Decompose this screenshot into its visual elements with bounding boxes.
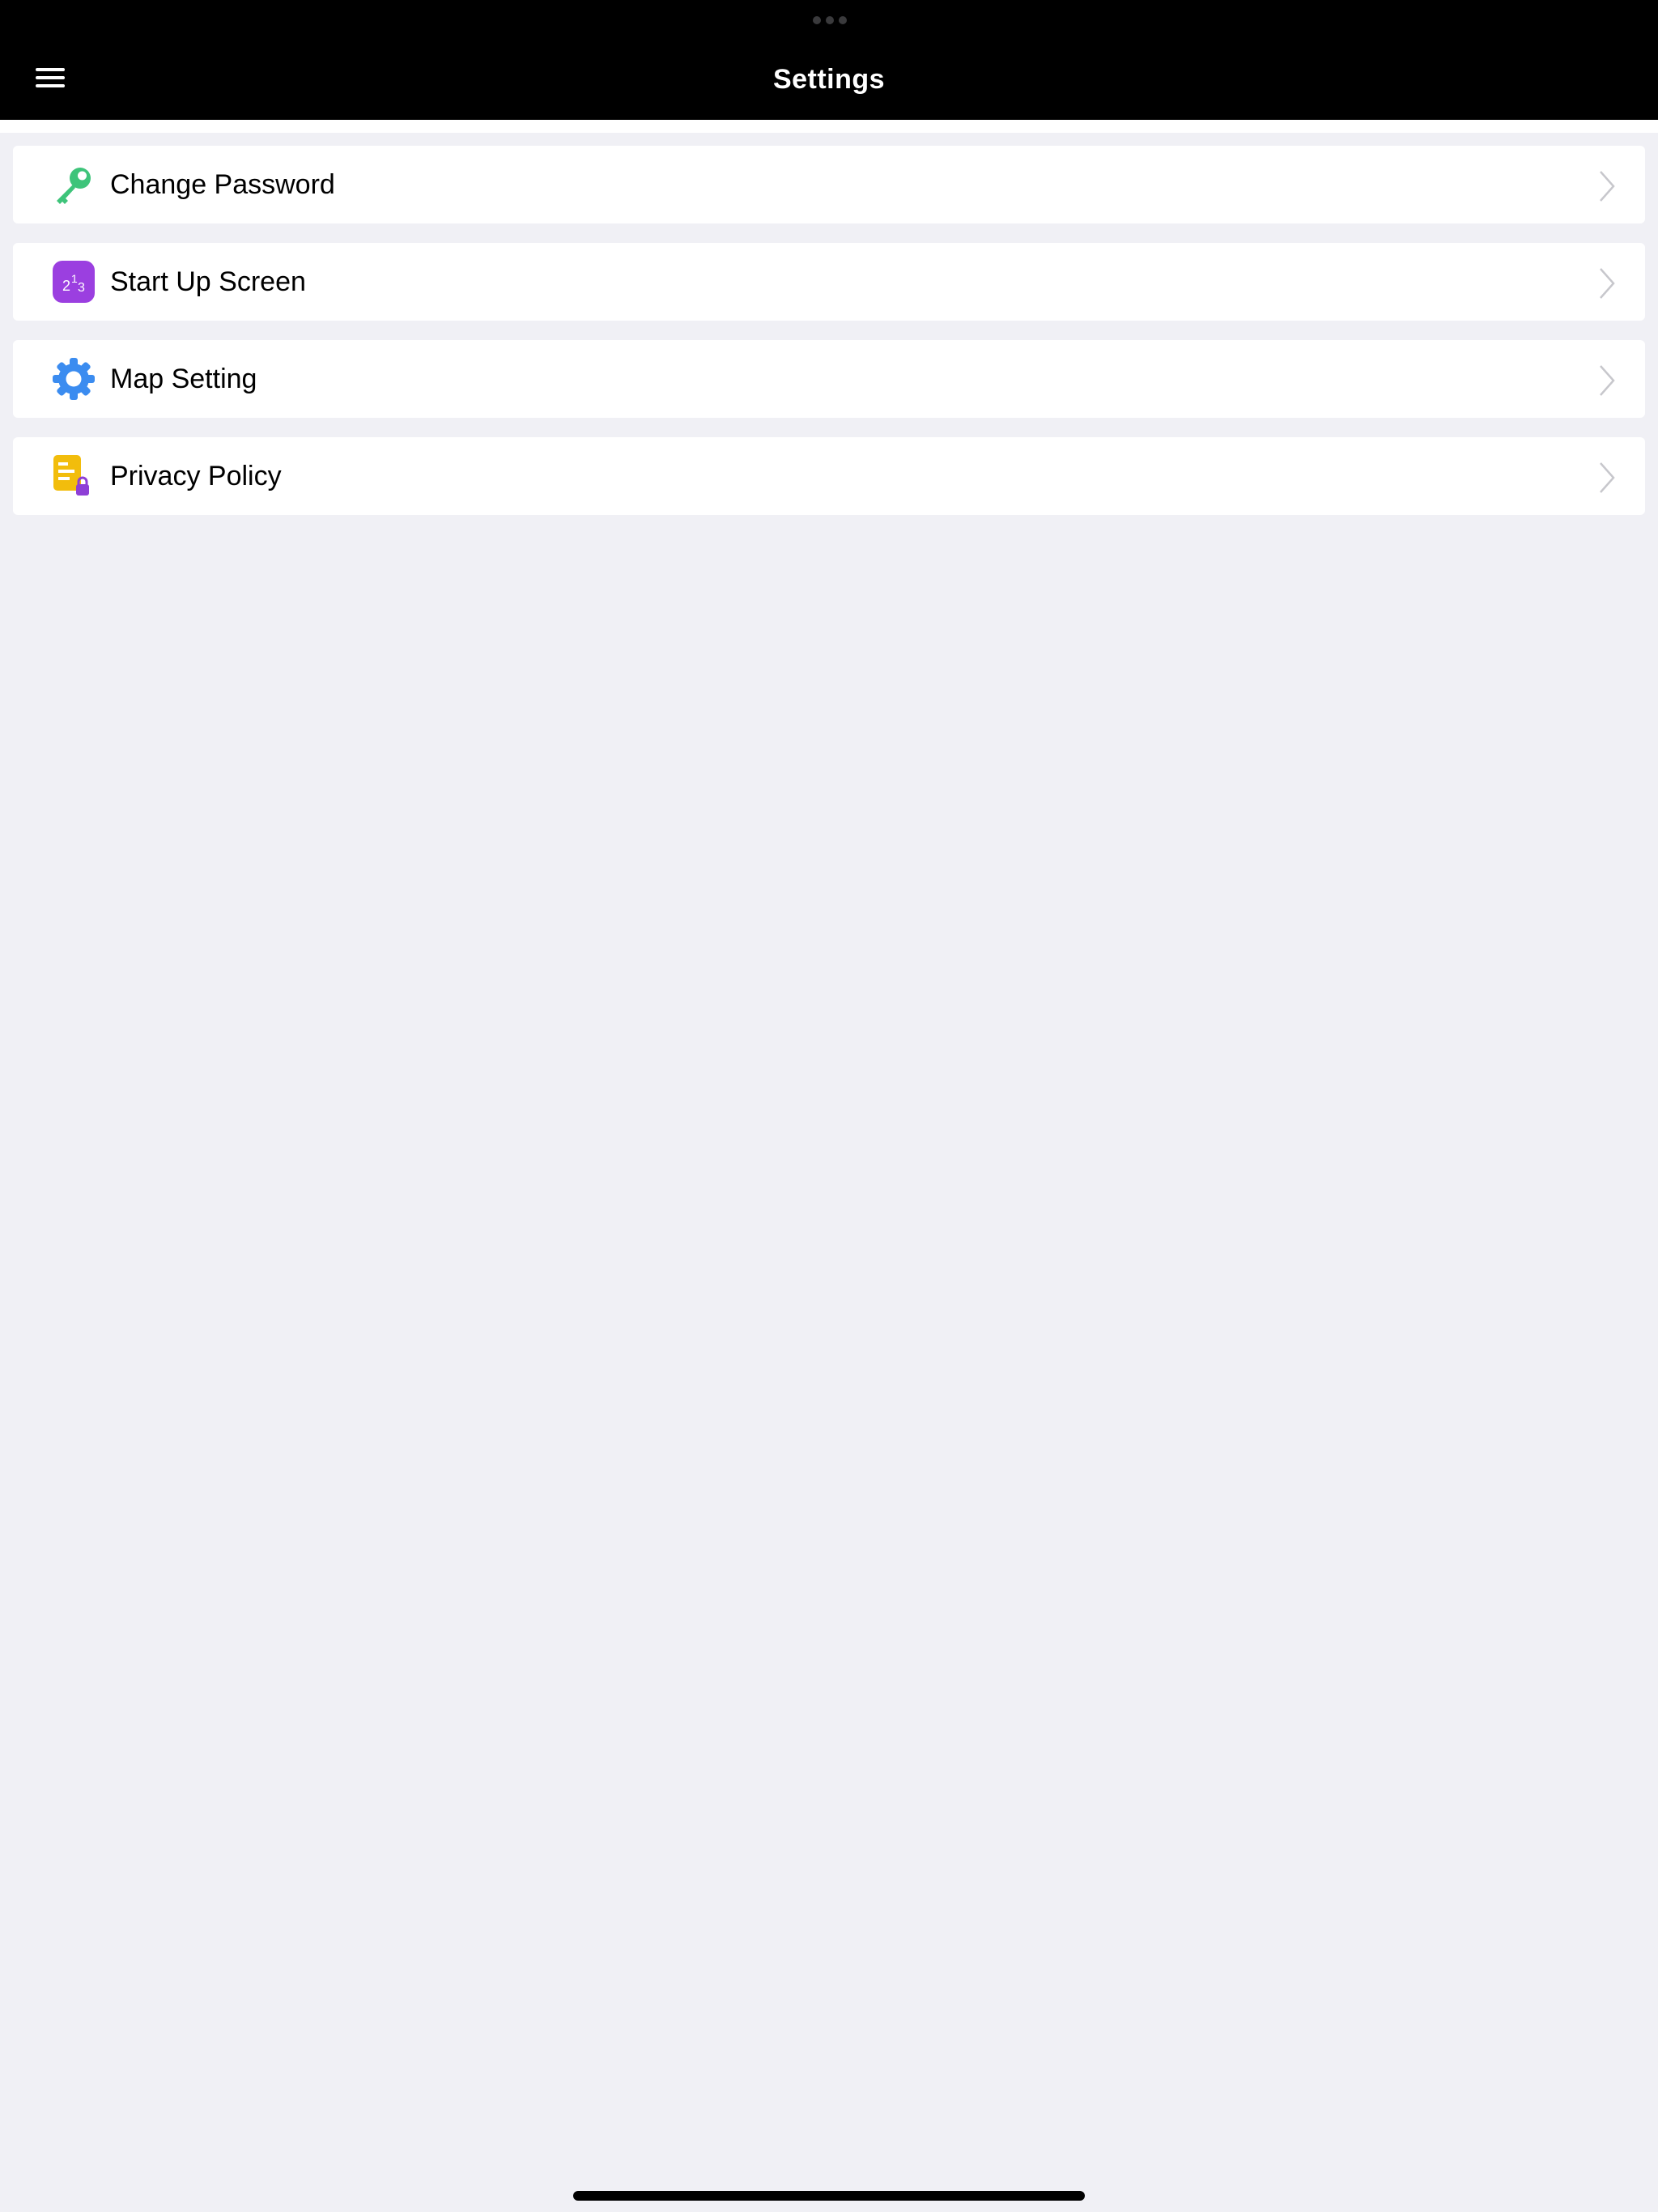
svg-text:3: 3 [78, 281, 85, 295]
header-divider [0, 120, 1658, 133]
map-setting-label: Map Setting [110, 363, 257, 394]
start-up-screen-label: Start Up Screen [110, 266, 306, 297]
page-title: Settings [772, 63, 886, 95]
change-password-row[interactable]: Change Password [13, 146, 1645, 223]
chevron-right-icon [1600, 171, 1615, 202]
chevron-right-icon [1600, 268, 1615, 299]
navigation-bar: Settings [0, 39, 1658, 120]
key-icon [52, 163, 96, 206]
svg-text:2: 2 [62, 278, 70, 294]
chevron-right-icon [1600, 365, 1615, 396]
gear-icon [52, 357, 96, 401]
chevron-right-icon [1600, 462, 1615, 493]
home-indicator[interactable] [573, 2191, 1085, 2201]
settings-list: Change Password 2 1 3 Start Up Screen Ma… [13, 146, 1645, 534]
hamburger-menu-icon[interactable] [32, 62, 70, 94]
map-setting-row[interactable]: Map Setting [13, 340, 1645, 418]
startup-number-icon: 2 1 3 [52, 260, 96, 304]
document-lock-icon [52, 454, 96, 498]
start-up-screen-row[interactable]: 2 1 3 Start Up Screen [13, 243, 1645, 321]
privacy-policy-label: Privacy Policy [110, 460, 282, 491]
status-bar [0, 0, 1658, 39]
svg-text:1: 1 [71, 272, 78, 285]
multitasking-dots-icon[interactable] [813, 16, 847, 24]
privacy-policy-row[interactable]: Privacy Policy [13, 437, 1645, 515]
change-password-label: Change Password [110, 168, 335, 200]
